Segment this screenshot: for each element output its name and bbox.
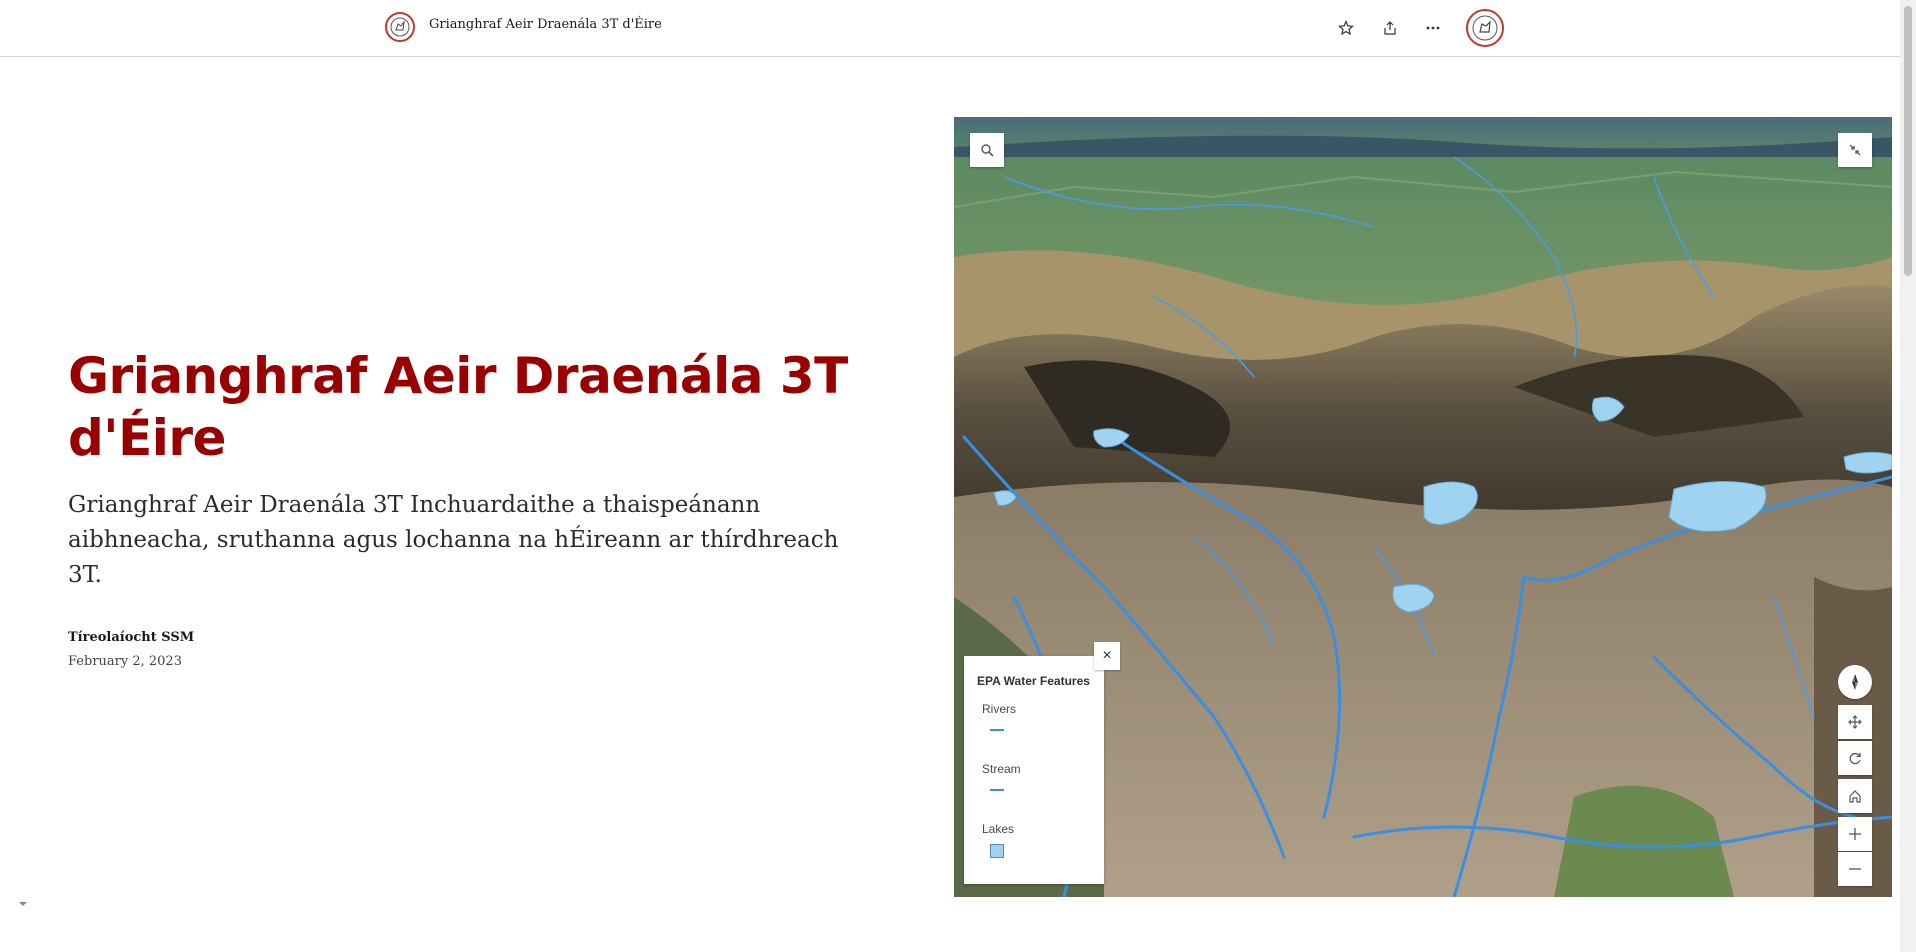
favorite-button[interactable] bbox=[1333, 15, 1359, 41]
avatar-icon bbox=[1472, 15, 1498, 41]
rivers-symbol bbox=[990, 729, 1004, 731]
header-title[interactable]: Grianghraf Aeir Draenála 3T d'Éire bbox=[429, 17, 662, 32]
home-icon bbox=[1849, 790, 1861, 803]
share-icon bbox=[1384, 21, 1396, 35]
map-legend: × EPA Water Features Rivers Stream Lakes bbox=[964, 642, 1120, 884]
logo-icon[interactable] bbox=[385, 12, 415, 42]
legend-title: EPA Water Features bbox=[977, 674, 1090, 688]
share-button[interactable] bbox=[1377, 15, 1403, 41]
more-options-button[interactable] bbox=[1420, 15, 1446, 41]
collapse-map-button[interactable] bbox=[1838, 133, 1872, 167]
zoom-out-icon bbox=[1849, 868, 1861, 870]
pan-icon bbox=[1848, 715, 1862, 729]
legend-label-rivers: Rivers bbox=[982, 702, 1017, 716]
zoom-in-icon bbox=[1849, 828, 1861, 840]
collapse-icon bbox=[1849, 144, 1861, 156]
close-legend-button[interactable]: × bbox=[1094, 642, 1120, 670]
legend-label-lakes: Lakes bbox=[982, 822, 1015, 836]
compass-button[interactable] bbox=[1838, 665, 1872, 699]
page-subtitle: Grianghraf Aeir Draenála 3T Inchuardaith… bbox=[68, 492, 839, 588]
scrollbar-thumb[interactable] bbox=[1904, 6, 1912, 276]
map-search-button[interactable] bbox=[970, 133, 1004, 167]
lakes-symbol bbox=[990, 844, 1004, 858]
page-scrollbar[interactable] bbox=[1900, 0, 1916, 952]
zoom-in-button[interactable] bbox=[1838, 817, 1872, 851]
zoom-out-button[interactable] bbox=[1838, 852, 1872, 886]
star-icon bbox=[1338, 20, 1354, 36]
pan-button[interactable] bbox=[1838, 705, 1872, 739]
top-bar: Grianghraf Aeir Draenála 3T d'Éire bbox=[0, 0, 1900, 57]
rotate-button[interactable] bbox=[1838, 741, 1872, 775]
rotate-icon bbox=[1849, 752, 1861, 765]
legend-label-stream: Stream bbox=[982, 762, 1021, 776]
more-icon bbox=[1426, 26, 1440, 30]
stream-symbol bbox=[990, 789, 1004, 791]
author-name: Tíreolaíocht SSM bbox=[68, 630, 195, 645]
map-view[interactable]: × EPA Water Features Rivers Stream Lakes bbox=[954, 117, 1892, 897]
page-title: Grianghraf Aeir Draenála 3T d'Éire bbox=[68, 347, 848, 467]
compass-icon bbox=[1852, 674, 1858, 690]
avatar[interactable] bbox=[1466, 9, 1504, 47]
chevron-down-icon bbox=[19, 902, 27, 906]
publish-date: February 2, 2023 bbox=[68, 654, 182, 669]
home-button[interactable] bbox=[1838, 779, 1872, 813]
search-icon bbox=[981, 144, 994, 157]
scroll-down-button[interactable] bbox=[16, 896, 30, 910]
